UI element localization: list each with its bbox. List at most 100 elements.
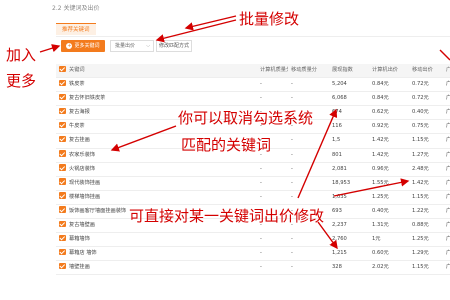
more-cell: 广 <box>446 123 450 130</box>
table-header-row: 关键词 计算机质量分 移动质量分 展现指数 计算机出价 移动出价 广 <box>56 64 450 79</box>
row-checkbox[interactable] <box>59 177 67 190</box>
annotation-add-more-line2: 更多 <box>6 72 37 90</box>
row-checkbox[interactable] <box>59 78 67 91</box>
impressions-cell: 116 <box>332 123 342 130</box>
more-cell: 广 <box>446 137 450 144</box>
pc-bid-cell[interactable]: 0.84元 <box>372 92 412 105</box>
row-checkbox[interactable] <box>59 163 67 176</box>
tab-divider <box>56 36 450 37</box>
row-checkbox[interactable] <box>59 92 67 105</box>
pc-bid-cell[interactable]: 1.25元 <box>372 191 412 204</box>
mobile-bid-cell[interactable]: 1.15元 <box>412 261 446 274</box>
header-pc-bid: 计算机出价 <box>372 67 398 73</box>
arrow-add-to-button <box>39 44 61 53</box>
keyword-cell: 铁皮茶 <box>69 81 85 88</box>
impressions-cell: 2,760 <box>332 236 347 243</box>
row-checkbox[interactable] <box>59 120 67 133</box>
row-checkbox[interactable] <box>59 191 67 204</box>
table-row: 现代装饰挂画 - - 18,953 1.55元 1.42元广 <box>56 177 450 191</box>
impressions-cell: 18,953 <box>332 179 351 186</box>
batch-bid-label: 批量出价 <box>115 43 136 49</box>
pc-bid-cell[interactable]: 1.55元 <box>372 177 412 190</box>
mobile-quality-cell: - <box>291 81 293 88</box>
pc-bid-cell[interactable]: 0.84元 <box>372 78 412 91</box>
select-all-checkbox[interactable] <box>59 64 67 77</box>
keyword-cell: 幕箱店 墙饰 <box>69 250 97 257</box>
mobile-bid-cell[interactable]: 0.40元 <box>412 106 446 119</box>
pc-quality-cell: - <box>260 179 262 186</box>
pc-quality-cell: - <box>260 81 262 88</box>
mobile-quality-cell: - <box>291 264 293 271</box>
pc-bid-cell[interactable]: 0.96元 <box>372 163 412 176</box>
keyword-table: 关键词 计算机质量分 移动质量分 展现指数 计算机出价 移动出价 广 铁皮茶 - -… <box>56 64 450 276</box>
impressions-cell: 1,035 <box>332 193 347 200</box>
mobile-bid-cell[interactable]: 2.48元 <box>412 163 446 176</box>
pc-bid-cell[interactable]: 0.92元 <box>372 120 412 133</box>
impressions-cell: 801 <box>332 151 342 158</box>
row-checkbox[interactable] <box>59 205 67 218</box>
pc-bid-cell[interactable]: 2.02元 <box>372 261 412 274</box>
pc-bid-cell[interactable]: 0.40元 <box>372 205 412 218</box>
mobile-quality-cell: - <box>291 250 293 257</box>
table-row: 楼梯墙饰挂画 - - 1,035 1.25元 1.15元广 <box>56 191 450 205</box>
more-cell: 广 <box>446 81 450 88</box>
row-checkbox[interactable] <box>59 134 67 147</box>
row-checkbox[interactable] <box>59 219 67 232</box>
row-checkbox[interactable] <box>59 247 67 260</box>
pc-bid-cell[interactable]: 1.42元 <box>372 134 412 147</box>
mobile-bid-cell[interactable]: 0.88元 <box>412 219 446 232</box>
pc-bid-cell[interactable]: 0.60元 <box>372 247 412 260</box>
arrow-batch-to-select <box>155 19 237 43</box>
mobile-bid-cell[interactable]: 0.72元 <box>412 78 446 91</box>
mobile-bid-cell[interactable]: 0.72元 <box>412 92 446 105</box>
mobile-bid-cell[interactable]: 0.75元 <box>412 120 446 133</box>
pc-bid-cell[interactable]: 1.42元 <box>372 149 412 162</box>
pc-bid-cell[interactable]: 1.31元 <box>372 219 412 232</box>
table-row: 火锅店装饰 - - 2,081 0.96元 2.48元广 <box>56 163 450 177</box>
mobile-bid-cell[interactable]: 1.15元 <box>412 134 446 147</box>
row-checkbox[interactable] <box>59 106 67 119</box>
plus-icon: + <box>66 43 73 49</box>
table-row: 复古怀旧铁皮茶 - - 6,068 0.84元 0.72元广 <box>56 92 450 107</box>
pc-quality-cell: - <box>260 250 262 257</box>
impressions-cell: 2,081 <box>332 165 347 172</box>
modify-match-type-button[interactable]: 修改匹配方式 <box>156 40 192 52</box>
pc-bid-cell[interactable]: 1元 <box>372 233 412 246</box>
pc-bid-cell[interactable]: 0.62元 <box>372 106 412 119</box>
arrow-batch-to-tab <box>184 15 237 31</box>
row-checkbox[interactable] <box>59 149 67 162</box>
keyword-cell: 幕箱墙饰 <box>69 236 90 243</box>
mobile-bid-cell[interactable]: 1.27元 <box>412 149 446 162</box>
more-cell: 广 <box>446 109 450 116</box>
mobile-quality-cell: - <box>291 165 293 172</box>
row-checkbox[interactable] <box>59 261 67 274</box>
mobile-bid-cell[interactable]: 1.15元 <box>412 191 446 204</box>
annotation-cancel-line1: 你可以取消勾选系统 <box>178 109 314 127</box>
table-row: 铁皮茶 - - 5,204 0.84元 0.72元广 <box>56 78 450 93</box>
mobile-bid-cell[interactable]: 1.22元 <box>412 205 446 218</box>
header-mobile-quality: 移动质量分 <box>291 67 317 73</box>
impressions-cell: 5,204 <box>332 81 347 88</box>
annotation-bid-modify: 可直接对某一关键词出价修改 <box>129 207 325 225</box>
add-more-keywords-button[interactable]: + 更多关键词 <box>61 40 105 52</box>
mobile-quality-cell: - <box>291 179 293 186</box>
mobile-bid-cell[interactable]: 1.29元 <box>412 247 446 260</box>
pc-quality-cell: - <box>260 236 262 243</box>
table-row: 墙壁挂画 - - 328 2.02元 1.15元广 <box>56 261 450 276</box>
mobile-bid-cell[interactable]: 1.25元 <box>412 233 446 246</box>
more-cell: 广 <box>446 236 450 243</box>
annotation-cancel-line2: 匹配的关键词 <box>181 136 272 154</box>
annotation-batch-modify: 批量修改 <box>239 10 300 28</box>
mobile-bid-cell[interactable]: 1.42元 <box>412 177 446 190</box>
header-keyword: 关键词 <box>69 67 85 73</box>
annotation-add-more-line1: 加入 <box>6 46 37 64</box>
add-more-keywords-label: 更多关键词 <box>74 43 100 49</box>
more-cell: 广 <box>446 207 450 214</box>
impressions-cell: 1,5 <box>332 137 341 144</box>
section-title: 2.2 关键词及出价 <box>52 5 100 12</box>
tab-recommended-keywords[interactable]: 推荐关键词 <box>56 23 96 35</box>
more-cell: 广 <box>446 193 450 200</box>
header-mobile-bid: 移动出价 <box>412 67 433 73</box>
batch-bid-select[interactable]: 批量出价 ⌵ <box>110 40 154 52</box>
row-checkbox[interactable] <box>59 233 67 246</box>
